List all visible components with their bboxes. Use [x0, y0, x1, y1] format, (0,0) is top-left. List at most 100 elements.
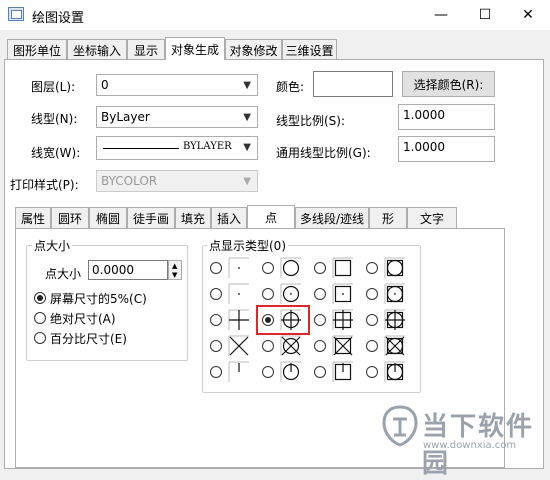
point-style-radio-circle-tick[interactable]	[262, 366, 274, 378]
close-button[interactable]: ✕	[510, 0, 546, 30]
point-style-radio-circle-square[interactable]	[366, 262, 378, 274]
point-style-circle-tick-icon[interactable]	[280, 361, 301, 382]
subtab-ellipse[interactable]: 椭圆	[89, 207, 127, 228]
linetype-value: ByLayer	[101, 110, 150, 124]
point-style-radio-dot-small[interactable]	[210, 288, 222, 300]
chevron-up-icon: ▲	[172, 262, 178, 270]
subtab-shape[interactable]: 形	[369, 207, 407, 228]
color-label: 颜色:	[276, 80, 305, 94]
subtab-donut[interactable]: 圆环	[51, 207, 89, 228]
point-style-grid	[210, 257, 415, 387]
sub-tab-strip: 属性 圆环 椭圆 徒手画 填充 插入 点 多线段/迹线 形 文字	[15, 205, 505, 228]
point-style-square-tick-icon[interactable]	[332, 361, 353, 382]
point-style-plus-icon[interactable]	[228, 309, 249, 330]
tab-3d-settings[interactable]: 三维设置	[282, 39, 337, 60]
subtab-hatch[interactable]: 填充	[175, 207, 211, 228]
point-style-radio-circle-square-plus[interactable]	[366, 314, 378, 326]
point-style-radio-circle-square-tick[interactable]	[366, 366, 378, 378]
point-style-radio-circle-dot[interactable]	[262, 288, 274, 300]
global-linetype-scale-input[interactable]: 1.0000	[398, 136, 495, 162]
subtab-attributes[interactable]: 属性	[15, 207, 51, 228]
lineweight-select[interactable]: BYLAYER ▼	[96, 136, 258, 160]
linetype-scale-input[interactable]: 1.0000	[398, 104, 495, 130]
watermark-url: www.downxia.com	[423, 440, 517, 451]
lineweight-value: BYLAYER	[183, 141, 232, 152]
point-style-x-icon[interactable]	[228, 335, 249, 356]
point-style-radio-square-plus[interactable]	[314, 314, 326, 326]
point-style-square-plus-icon[interactable]	[332, 309, 353, 330]
point-style-circle-square-icon[interactable]	[384, 257, 405, 278]
point-display-group-title: 点显示类型(0)	[207, 237, 288, 254]
point-size-input[interactable]: 0.0000	[88, 260, 168, 280]
lineweight-sample-line	[103, 148, 179, 149]
point-style-circle-x-icon[interactable]	[280, 335, 301, 356]
layer-value: 0	[101, 78, 109, 92]
point-size-label: 点大小	[45, 267, 82, 281]
plotstyle-value: BYCOLOR	[101, 174, 158, 188]
main-tab-strip: 图形单位 坐标输入 显示 对象生成 对象修改 三维设置	[7, 37, 547, 60]
point-style-circle-icon[interactable]	[280, 257, 301, 278]
linetype-scale-label: 线型比例(S):	[276, 114, 346, 128]
point-style-dot-small-icon[interactable]	[228, 283, 249, 304]
point-style-radio-square[interactable]	[314, 262, 326, 274]
point-style-circle-square-plus-icon[interactable]	[384, 309, 405, 330]
size-mode-percent-radio[interactable]	[34, 332, 46, 344]
point-style-circle-square-tick-icon[interactable]	[384, 361, 405, 382]
title-bar: 绘图设置 — ☐ ✕	[0, 0, 550, 30]
layer-select[interactable]: 0 ▼	[96, 74, 258, 96]
point-style-radio-square-dot[interactable]	[314, 288, 326, 300]
app-icon	[8, 7, 24, 21]
tab-coord-input[interactable]: 坐标输入	[67, 39, 127, 60]
point-size-spinner[interactable]: ▲ ▼	[168, 260, 182, 280]
point-style-radio-square-x[interactable]	[314, 340, 326, 352]
chevron-down-icon: ▼	[172, 271, 178, 279]
window-title: 绘图设置	[32, 11, 85, 26]
point-style-radio-circle-square-x[interactable]	[366, 340, 378, 352]
point-style-radio-dot[interactable]	[210, 262, 222, 274]
linetype-label: 线型(N):	[31, 112, 78, 126]
tab-units[interactable]: 图形单位	[7, 39, 67, 60]
point-style-radio-plus[interactable]	[210, 314, 222, 326]
point-style-radio-tick[interactable]	[210, 366, 222, 378]
subtab-point[interactable]: 点	[247, 205, 295, 228]
tab-object-gen[interactable]: 对象生成	[165, 37, 225, 60]
point-style-square-x-icon[interactable]	[332, 335, 353, 356]
size-mode-screen-label: 屏幕尺寸的5%(C)	[50, 292, 147, 306]
point-style-radio-square-tick[interactable]	[314, 366, 326, 378]
point-style-radio-x[interactable]	[210, 340, 222, 352]
size-mode-percent-label: 百分比尺寸(E)	[50, 332, 127, 346]
subtab-text[interactable]: 文字	[407, 207, 457, 228]
point-style-circle-dot-icon[interactable]	[280, 283, 301, 304]
point-style-radio-circle[interactable]	[262, 262, 274, 274]
layer-label: 图层(L):	[31, 80, 76, 94]
brand-logo-icon	[382, 405, 418, 447]
color-swatch[interactable]	[313, 71, 393, 97]
chevron-down-icon: ▼	[243, 80, 251, 91]
subtab-insert[interactable]: 插入	[211, 207, 247, 228]
linetype-select[interactable]: ByLayer ▼	[96, 106, 258, 128]
subtab-freehand[interactable]: 徒手画	[127, 207, 175, 228]
point-style-square-icon[interactable]	[332, 257, 353, 278]
maximize-button[interactable]: ☐	[467, 0, 503, 30]
point-style-dot-icon[interactable]	[228, 257, 249, 278]
chevron-down-icon: ▼	[243, 112, 251, 123]
point-style-square-dot-icon[interactable]	[332, 283, 353, 304]
select-color-button[interactable]: 选择颜色(R):	[402, 71, 495, 97]
plotstyle-label: 打印样式(P):	[10, 178, 79, 192]
point-size-group-title: 点大小	[32, 237, 73, 254]
point-style-circle-square-x-icon[interactable]	[384, 335, 405, 356]
tab-display[interactable]: 显示	[127, 39, 165, 60]
point-style-circle-square-dot-icon[interactable]	[384, 283, 405, 304]
size-mode-screen-radio[interactable]	[34, 292, 46, 304]
minimize-button[interactable]: —	[423, 0, 459, 30]
point-style-tick-icon[interactable]	[228, 361, 249, 382]
chevron-down-icon: ▼	[243, 176, 251, 187]
lineweight-label: 线宽(W):	[31, 146, 81, 160]
subtab-polyline[interactable]: 多线段/迹线	[295, 207, 369, 228]
tab-object-modify[interactable]: 对象修改	[225, 39, 282, 60]
selected-style-highlight	[256, 305, 310, 335]
point-style-radio-circle-square-dot[interactable]	[366, 288, 378, 300]
plotstyle-select[interactable]: BYCOLOR ▼	[96, 170, 258, 192]
size-mode-absolute-radio[interactable]	[34, 312, 46, 324]
point-style-radio-circle-x[interactable]	[262, 340, 274, 352]
